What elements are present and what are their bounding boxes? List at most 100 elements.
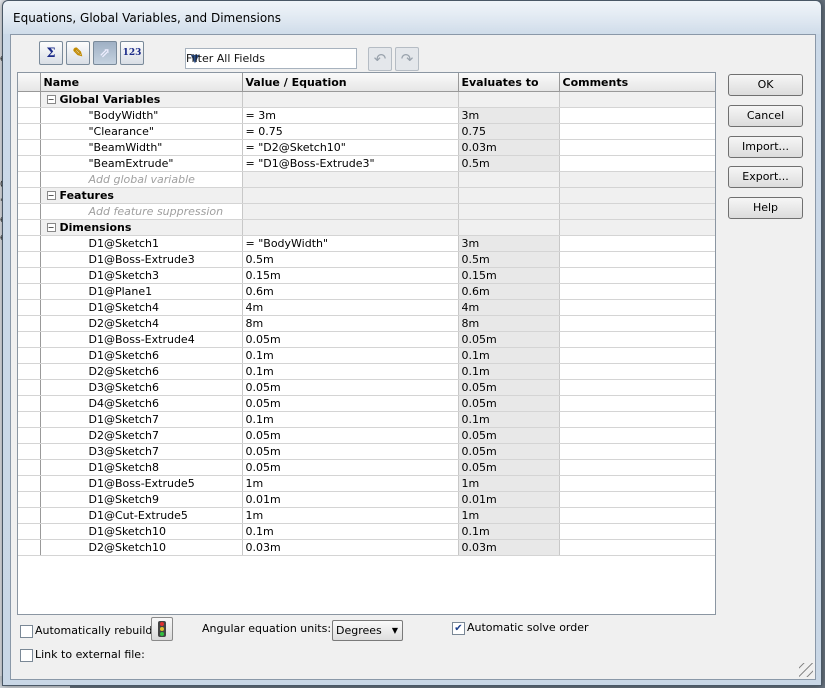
link-external-file-checkbox[interactable]: [20, 649, 33, 662]
comments-cell[interactable]: [559, 107, 715, 124]
table-row[interactable]: D1@Sketch9 0.01m 0.01m: [18, 491, 715, 508]
comments-cell[interactable]: [559, 235, 715, 252]
row-selector[interactable]: [18, 107, 41, 124]
table-row[interactable]: "BeamExtrude" = "D1@Boss-Extrude3" 0.5m: [18, 155, 715, 172]
angular-units-select[interactable]: Degrees ▼: [332, 620, 403, 641]
name-cell[interactable]: "BeamExtrude": [40, 155, 243, 172]
rebuild-button[interactable]: [151, 617, 173, 641]
collapse-icon[interactable]: −: [46, 223, 56, 232]
comments-cell[interactable]: [559, 363, 715, 380]
row-selector[interactable]: [18, 155, 41, 172]
name-cell[interactable]: D4@Sketch6: [40, 395, 243, 412]
comments-cell[interactable]: [559, 267, 715, 284]
comments-cell[interactable]: [559, 91, 715, 108]
value-cell[interactable]: 0.1m: [242, 523, 459, 540]
table-row[interactable]: D2@Sketch7 0.05m 0.05m: [18, 427, 715, 444]
name-cell[interactable]: D2@Sketch6: [40, 363, 243, 380]
row-selector[interactable]: [18, 443, 41, 460]
comments-cell[interactable]: [559, 459, 715, 476]
value-cell[interactable]: 0.03m: [242, 539, 459, 556]
comments-cell[interactable]: [559, 331, 715, 348]
comments-cell[interactable]: [559, 475, 715, 492]
table-row[interactable]: D1@Sketch10 0.1m 0.1m: [18, 523, 715, 540]
value-cell[interactable]: 0.05m: [242, 331, 459, 348]
table-row[interactable]: D1@Boss-Extrude5 1m 1m: [18, 475, 715, 492]
name-cell[interactable]: D1@Sketch7: [40, 411, 243, 428]
row-selector[interactable]: [18, 347, 41, 364]
filter-all-fields-input[interactable]: ▼ Filter All Fields: [185, 48, 357, 69]
comments-cell[interactable]: [559, 123, 715, 140]
section-row-global[interactable]: − Global Variables: [18, 91, 715, 108]
comments-cell[interactable]: [559, 539, 715, 556]
table-row[interactable]: D1@Boss-Extrude3 0.5m 0.5m: [18, 251, 715, 268]
table-row[interactable]: "Clearance" = 0.75 0.75: [18, 123, 715, 140]
row-selector[interactable]: [18, 299, 41, 316]
value-cell[interactable]: 0.05m: [242, 459, 459, 476]
comments-cell[interactable]: [559, 251, 715, 268]
comments-cell[interactable]: [559, 379, 715, 396]
value-cell[interactable]: 8m: [242, 315, 459, 332]
row-selector[interactable]: [18, 363, 41, 380]
row-selector[interactable]: [18, 219, 41, 236]
collapse-icon[interactable]: −: [46, 95, 56, 104]
row-selector[interactable]: [18, 395, 41, 412]
section-row-features[interactable]: − Features: [18, 187, 715, 204]
table-row[interactable]: D1@Sketch6 0.1m 0.1m: [18, 347, 715, 364]
table-row[interactable]: D1@Sketch8 0.05m 0.05m: [18, 459, 715, 476]
name-cell[interactable]: D1@Sketch4: [40, 299, 243, 316]
equations-grid[interactable]: Name Value / Equation Evaluates to Comme…: [17, 72, 716, 615]
comments-cell[interactable]: [559, 507, 715, 524]
row-selector[interactable]: [18, 379, 41, 396]
name-cell[interactable]: D1@Sketch9: [40, 491, 243, 508]
name-cell[interactable]: D1@Sketch1: [40, 235, 243, 252]
corner-cell[interactable]: [18, 73, 41, 92]
value-cell[interactable]: 1m: [242, 475, 459, 492]
column-header-name[interactable]: Name: [40, 73, 243, 92]
table-row[interactable]: D3@Sketch6 0.05m 0.05m: [18, 379, 715, 396]
redo-button[interactable]: ↷: [395, 47, 419, 71]
auto-rebuild-checkbox[interactable]: [20, 625, 33, 638]
value-cell[interactable]: = "D1@Boss-Extrude3": [242, 155, 459, 172]
value-cell[interactable]: 4m: [242, 299, 459, 316]
column-header-evaluates[interactable]: Evaluates to: [458, 73, 560, 92]
value-cell[interactable]: [242, 219, 459, 236]
sketch-equation-view-button[interactable]: ✎: [66, 41, 90, 65]
undo-button[interactable]: ↶: [368, 47, 392, 71]
table-row[interactable]: D1@Cut-Extrude5 1m 1m: [18, 507, 715, 524]
row-selector[interactable]: [18, 251, 41, 268]
row-selector[interactable]: [18, 411, 41, 428]
value-cell[interactable]: 0.05m: [242, 427, 459, 444]
row-selector[interactable]: [18, 267, 41, 284]
dimension-view-button[interactable]: ⇗: [93, 41, 117, 65]
collapse-icon[interactable]: −: [46, 191, 56, 200]
ok-button[interactable]: OK: [728, 74, 803, 96]
comments-cell[interactable]: [559, 139, 715, 156]
table-row[interactable]: D1@Sketch7 0.1m 0.1m: [18, 411, 715, 428]
add-placeholder-cell[interactable]: Add feature suppression: [40, 203, 243, 220]
table-row[interactable]: D1@Plane1 0.6m 0.6m: [18, 283, 715, 300]
comments-cell[interactable]: [559, 427, 715, 444]
row-selector[interactable]: [18, 539, 41, 556]
table-row[interactable]: D1@Sketch3 0.15m 0.15m: [18, 267, 715, 284]
resize-grip-icon[interactable]: [799, 663, 813, 677]
name-cell[interactable]: D1@Boss-Extrude5: [40, 475, 243, 492]
comments-cell[interactable]: [559, 155, 715, 172]
name-cell[interactable]: D1@Boss-Extrude4: [40, 331, 243, 348]
value-cell[interactable]: 0.6m: [242, 283, 459, 300]
cancel-button[interactable]: Cancel: [728, 105, 803, 127]
name-cell[interactable]: D1@Sketch3: [40, 267, 243, 284]
table-row[interactable]: D1@Boss-Extrude4 0.05m 0.05m: [18, 331, 715, 348]
row-selector[interactable]: [18, 459, 41, 476]
value-cell[interactable]: = 3m: [242, 107, 459, 124]
comments-cell[interactable]: [559, 443, 715, 460]
row-selector[interactable]: [18, 491, 41, 508]
name-cell[interactable]: "BeamWidth": [40, 139, 243, 156]
row-selector[interactable]: [18, 123, 41, 140]
row-selector[interactable]: [18, 235, 41, 252]
name-cell[interactable]: "Clearance": [40, 123, 243, 140]
value-cell[interactable]: 0.1m: [242, 347, 459, 364]
row-selector[interactable]: [18, 523, 41, 540]
comments-cell[interactable]: [559, 315, 715, 332]
row-selector[interactable]: [18, 475, 41, 492]
row-selector[interactable]: [18, 91, 41, 108]
